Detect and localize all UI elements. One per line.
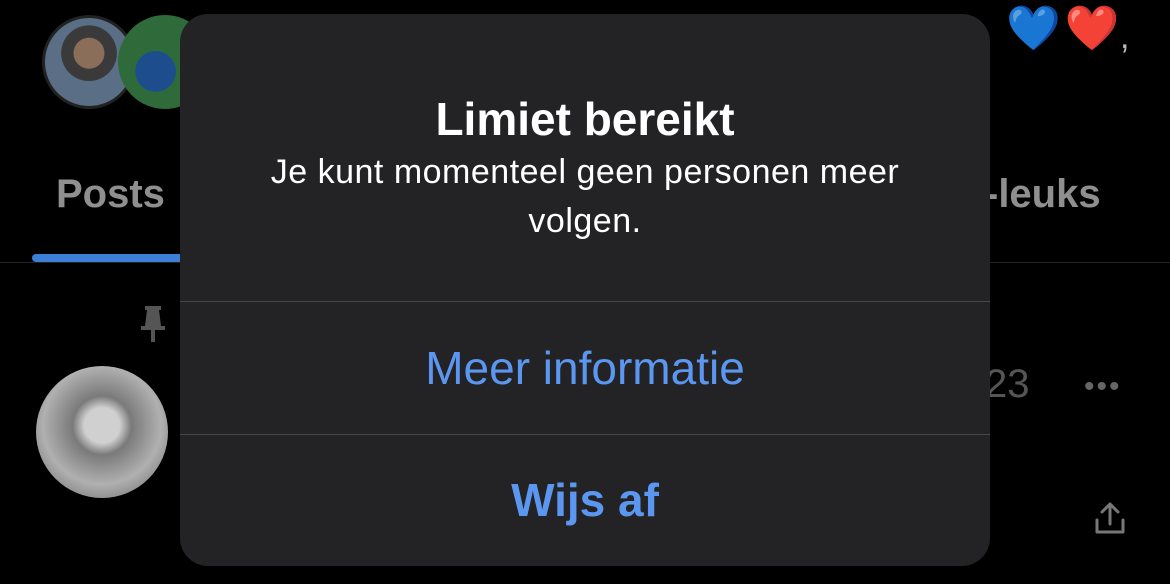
share-icon[interactable] bbox=[1092, 500, 1128, 536]
dismiss-button[interactable]: Wijs af bbox=[180, 435, 990, 566]
more-options-icon[interactable]: ••• bbox=[1084, 370, 1122, 404]
comma-text: , bbox=[1120, 18, 1130, 56]
more-info-button[interactable]: Meer informatie bbox=[180, 302, 990, 434]
tab-posts[interactable]: Posts bbox=[56, 172, 165, 217]
post-date: 23 bbox=[985, 362, 1030, 406]
hearts-emoji: 💙❤️ bbox=[1006, 4, 1124, 53]
dialog-title: Limiet bereikt bbox=[435, 93, 735, 145]
tab-likes[interactable]: -leuks bbox=[985, 172, 1101, 217]
pin-icon bbox=[141, 306, 165, 342]
tab-indicator bbox=[32, 254, 202, 262]
dialog-message: Je kunt momenteel geen personen meer vol… bbox=[270, 153, 900, 240]
limit-reached-dialog: Limiet bereikt Je kunt momenteel geen pe… bbox=[180, 14, 990, 566]
post-author-avatar[interactable] bbox=[36, 366, 168, 498]
